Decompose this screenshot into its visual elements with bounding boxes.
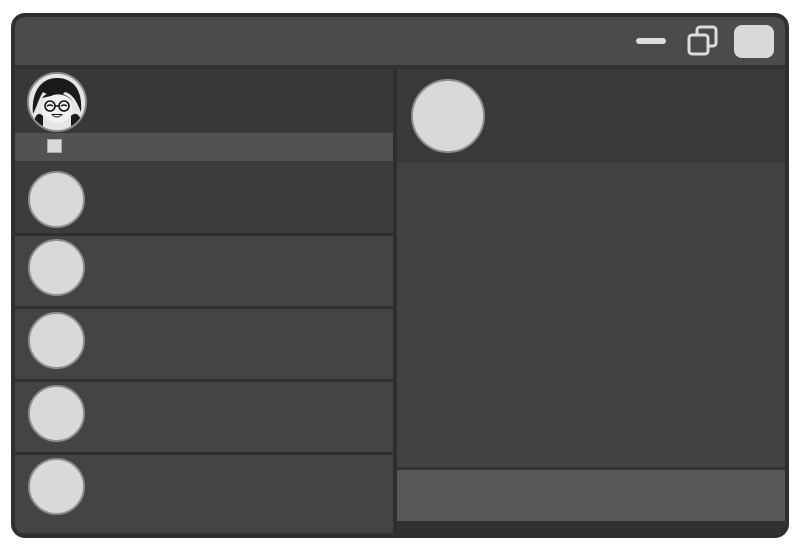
search-bar[interactable] xyxy=(15,133,393,161)
chat-avatar-icon[interactable] xyxy=(411,79,485,153)
user-avatar-icon[interactable] xyxy=(27,72,87,132)
contact-list-item[interactable] xyxy=(15,233,393,306)
status-strip xyxy=(397,521,785,534)
contact-avatar-icon xyxy=(28,385,85,442)
restore-window-icon xyxy=(687,25,718,56)
title-bar[interactable] xyxy=(15,17,785,69)
minimize-button[interactable] xyxy=(631,17,671,65)
chat-header xyxy=(397,69,785,163)
message-area[interactable] xyxy=(397,163,785,467)
contact-list-item[interactable] xyxy=(15,452,393,532)
contact-avatar-icon xyxy=(28,171,85,228)
contact-list-item[interactable] xyxy=(15,161,393,233)
message-input[interactable] xyxy=(397,467,785,524)
minimize-icon xyxy=(636,38,666,44)
contact-list-item[interactable] xyxy=(15,379,393,452)
contact-avatar-icon xyxy=(28,312,85,369)
contact-avatar-icon xyxy=(28,239,85,296)
sidebar xyxy=(15,69,397,534)
profile-header xyxy=(15,69,393,133)
contact-avatar-icon xyxy=(28,458,85,515)
maximize-button[interactable] xyxy=(683,17,723,65)
close-button[interactable] xyxy=(734,17,774,65)
app-window xyxy=(11,13,789,538)
contact-list-item[interactable] xyxy=(15,306,393,379)
chat-panel xyxy=(397,69,785,534)
search-checkbox-icon[interactable] xyxy=(47,139,62,153)
close-icon xyxy=(734,24,774,58)
